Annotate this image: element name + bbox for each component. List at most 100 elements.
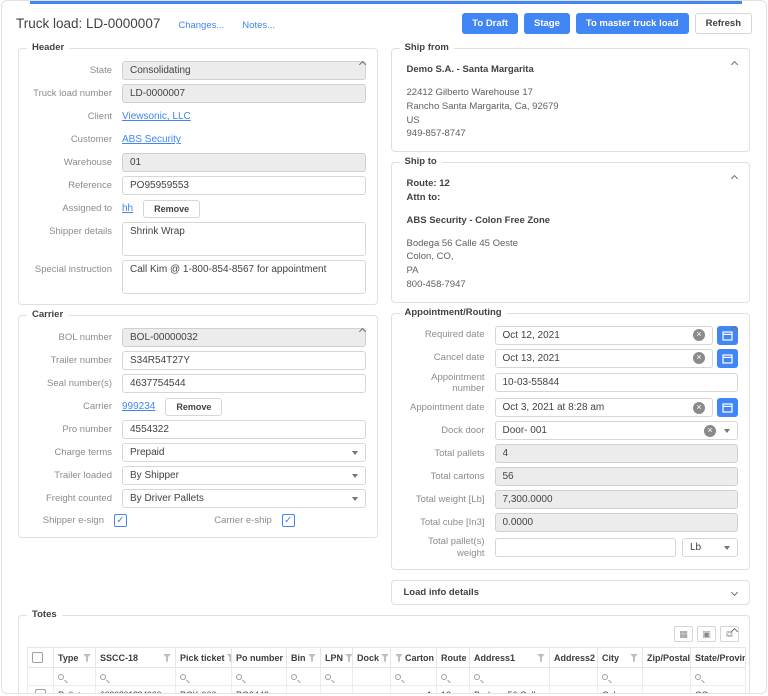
calendar-button[interactable]: [717, 398, 738, 417]
filter-icon[interactable]: [83, 654, 91, 662]
column-header-state: State/Province: [695, 653, 746, 663]
weight-unit-select[interactable]: Lb: [682, 538, 738, 557]
cell-address1: Bodega 56 Calle 45 Oeste: [470, 686, 550, 694]
bol-number-label: BOL number: [30, 332, 122, 343]
pro-number-field[interactable]: 4554322: [122, 420, 366, 439]
freight-counted-label: Freight counted: [30, 493, 122, 504]
shipper-esign-checkbox[interactable]: [114, 514, 127, 527]
filter-cell-state[interactable]: [691, 668, 746, 686]
search-icon: [441, 674, 447, 680]
filter-icon[interactable]: [227, 654, 232, 662]
row-checkbox[interactable]: [35, 689, 46, 694]
appointment-number-label: Appointment number: [403, 372, 495, 395]
grid-edit-icon[interactable]: ▦: [674, 626, 693, 642]
charge-terms-select[interactable]: Prepaid: [122, 443, 366, 462]
filter-cell-po-number[interactable]: [232, 668, 287, 686]
filter-icon[interactable]: [163, 654, 171, 662]
filter-icon[interactable]: [395, 654, 403, 662]
grid-toolbar: ▦ ▣ ⧉: [27, 626, 739, 642]
remove-assigned-button[interactable]: Remove: [143, 200, 200, 218]
pro-number-label: Pro number: [30, 424, 122, 435]
filter-icon[interactable]: [308, 654, 316, 662]
filter-cell-city[interactable]: [598, 668, 643, 686]
total-cartons-label: Total cartons: [403, 471, 495, 482]
truck-load-number-label: Truck load number: [30, 88, 122, 99]
filter-cell-bin[interactable]: [287, 668, 321, 686]
warehouse-label: Warehouse: [30, 157, 122, 168]
collapse-ship-from-button[interactable]: [732, 54, 737, 72]
total-pallets-label: Total pallets: [403, 448, 495, 459]
clear-icon[interactable]: [693, 352, 705, 364]
carrier-link[interactable]: 999234: [122, 401, 155, 412]
remove-carrier-button[interactable]: Remove: [165, 398, 222, 416]
filter-cell-dock[interactable]: [353, 668, 391, 686]
cell-address2: [550, 686, 598, 694]
dock-door-label: Dock door: [403, 425, 495, 436]
changes-link[interactable]: Changes...: [178, 20, 224, 31]
assigned-to-link[interactable]: hh: [122, 203, 133, 214]
ship-to-address-line: Bodega 56 Calle 45 Oeste: [407, 237, 735, 251]
select-all-checkbox[interactable]: [32, 652, 43, 663]
filter-cell-type[interactable]: [54, 668, 96, 686]
filter-cell-route[interactable]: [437, 668, 470, 686]
filter-cell-carton[interactable]: [391, 668, 437, 686]
freight-counted-select[interactable]: By Driver Pallets: [122, 489, 366, 508]
collapse-carrier-button[interactable]: [360, 321, 365, 339]
filter-icon[interactable]: [345, 654, 353, 662]
collapse-totes-button[interactable]: [732, 621, 737, 639]
shipper-details-field[interactable]: Shrink Wrap: [122, 222, 366, 256]
dock-door-select[interactable]: Door- 001: [495, 421, 739, 440]
filter-cell-sscc[interactable]: [96, 668, 176, 686]
pick-ticket-link[interactable]: PCK-0000043: [176, 686, 232, 694]
appointment-panel-title: Appointment/Routing: [400, 307, 507, 318]
required-date-field[interactable]: Oct 12, 2021: [495, 326, 714, 345]
client-link[interactable]: Viewsonic, LLC: [122, 111, 191, 122]
filter-cell-pick-ticket[interactable]: [176, 668, 232, 686]
column-header-pick-ticket: Pick ticket: [180, 653, 225, 663]
trailer-loaded-select[interactable]: By Shipper: [122, 466, 366, 485]
load-info-details-panel[interactable]: Load info details: [391, 580, 751, 605]
notes-link[interactable]: Notes...: [242, 20, 275, 31]
column-header-city: City: [602, 653, 619, 663]
page-title: Truck load: LD-0000007: [16, 16, 160, 31]
filter-cell-address2[interactable]: [550, 668, 598, 686]
ship-from-address-line: Rancho Santa Margarita, Ca, 92679: [407, 100, 735, 114]
total-pallet-weight-field[interactable]: [495, 538, 677, 557]
header-panel-title: Header: [27, 42, 69, 53]
collapse-appointment-button[interactable]: [732, 319, 737, 337]
special-instruction-field[interactable]: Call Kim @ 1-800-854-8567 for appointmen…: [122, 260, 366, 294]
appointment-number-field[interactable]: 10-03-55844: [495, 373, 739, 392]
to-draft-button[interactable]: To Draft: [462, 13, 518, 34]
filter-icon[interactable]: [537, 654, 545, 662]
filter-cell-address1[interactable]: [470, 668, 550, 686]
appointment-date-field[interactable]: Oct 3, 2021 at 8:28 am: [495, 398, 714, 417]
clear-icon[interactable]: [704, 425, 716, 437]
customer-link[interactable]: ABS Security: [122, 134, 181, 145]
stage-button[interactable]: Stage: [524, 13, 570, 34]
clear-icon[interactable]: [693, 329, 705, 341]
export-icon[interactable]: ▣: [697, 626, 716, 642]
calendar-button[interactable]: [717, 349, 738, 368]
ship-from-panel: Ship from Demo S.A. - Santa Margarita 22…: [391, 48, 751, 152]
collapse-header-button[interactable]: [360, 54, 365, 72]
charge-terms-label: Charge terms: [30, 447, 122, 458]
filter-icon[interactable]: [381, 654, 389, 662]
filter-cell-zip[interactable]: [643, 668, 691, 686]
filter-cell-lpn[interactable]: [321, 668, 353, 686]
cancel-date-field[interactable]: Oct 13, 2021: [495, 349, 714, 368]
clear-icon[interactable]: [693, 402, 705, 414]
column-header-po-number: Po number: [236, 653, 283, 663]
filter-icon[interactable]: [630, 654, 638, 662]
sscc-link[interactable]: 00208012340000002709: [96, 686, 176, 694]
ship-to-panel: Ship to Route: 12 Attn to: ABS Security …: [391, 162, 751, 302]
ship-to-route: Route: 12: [407, 177, 735, 191]
carrier-eship-checkbox[interactable]: [282, 514, 295, 527]
refresh-button[interactable]: Refresh: [695, 13, 752, 34]
ship-from-phone: 949-857-8747: [407, 127, 735, 141]
to-master-truck-load-button[interactable]: To master truck load: [576, 13, 689, 34]
reference-field[interactable]: PO95959553: [122, 176, 366, 195]
seal-numbers-field[interactable]: 4637754544: [122, 374, 366, 393]
total-cube-label: Total cube [In3]: [403, 517, 495, 528]
collapse-ship-to-button[interactable]: [732, 168, 737, 186]
trailer-number-field[interactable]: S34R54T27Y: [122, 351, 366, 370]
